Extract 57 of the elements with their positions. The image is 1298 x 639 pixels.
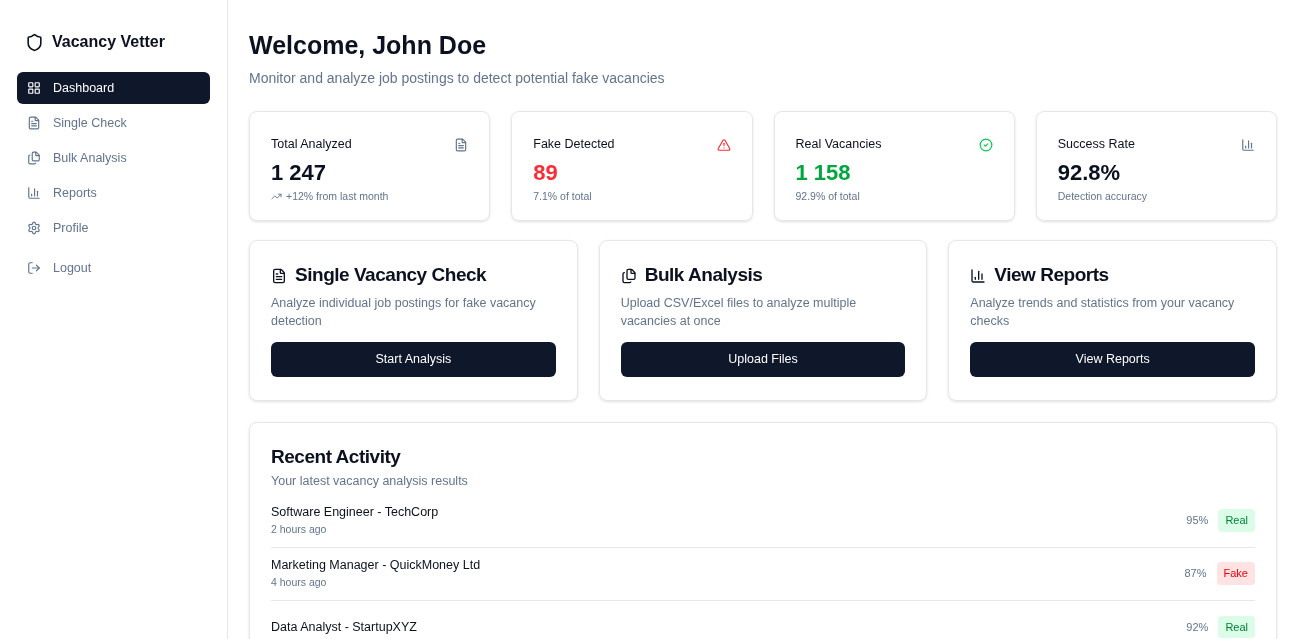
stat-value: 1 247	[271, 159, 328, 187]
app-title: Vacancy Vetter	[52, 32, 165, 52]
stat-label: Success Rate	[1057, 136, 1135, 154]
document-icon	[27, 116, 41, 130]
document-icon	[454, 137, 469, 152]
status-badge: Real	[1218, 509, 1255, 532]
files-icon	[27, 151, 41, 165]
bar-chart-icon	[970, 267, 987, 284]
nav-item[interactable]: Logout	[17, 252, 210, 284]
nav-item[interactable]: Dashboard	[17, 72, 210, 104]
section-subtitle: Your latest vacancy analysis results	[271, 472, 469, 490]
bar-chart-icon	[27, 186, 41, 200]
section-title: Recent Activity	[271, 445, 402, 470]
stat-value: 1 158	[795, 159, 852, 187]
action-title: View Reports	[994, 263, 1109, 288]
action-button[interactable]: View Reports	[970, 341, 1255, 377]
stat-note: +12% from last month	[286, 188, 389, 204]
stat-value: 92.8%	[1057, 159, 1122, 187]
action-button[interactable]: Upload Files	[620, 341, 906, 377]
activity-title: Data Analyst - StartupXYZ	[271, 618, 417, 636]
nav-item[interactable]: Bulk Analysis	[17, 142, 210, 174]
nav-item[interactable]: Reports	[17, 177, 210, 209]
files-icon	[620, 267, 637, 284]
stat-note: 92.9% of total	[795, 188, 860, 204]
stat-label: Real Vacancies	[795, 136, 882, 154]
activity-title: Software Engineer - TechCorp	[271, 504, 439, 522]
settings-icon	[27, 221, 41, 235]
stat-label: Total Analyzed	[271, 136, 352, 154]
bar-chart-icon	[1241, 137, 1255, 152]
document-icon	[271, 267, 287, 284]
action-title: Single Vacancy Check	[295, 263, 487, 288]
page-subtitle: Monitor and analyze job postings to detect potential fake vacancies	[249, 69, 666, 89]
stat-note: Detection accuracy	[1057, 188, 1148, 204]
status-badge: Real	[1218, 615, 1255, 639]
grid-icon	[27, 81, 41, 95]
page-title: Welcome, John Doe	[249, 30, 488, 61]
action-title: Bulk Analysis	[644, 263, 763, 288]
nav-item[interactable]: Single Check	[17, 107, 210, 139]
stat-note: 7.1% of total	[533, 188, 592, 204]
logout-icon	[27, 261, 41, 275]
confidence-score: 95%	[1186, 513, 1209, 529]
activity-time: 2 hours ago	[271, 522, 328, 537]
activity-time: 4 hours ago	[271, 575, 328, 590]
shield-logo-icon	[25, 32, 44, 52]
action-button[interactable]: Start Analysis	[271, 341, 556, 377]
action-description: Analyze individual job postings for fake vacancy detection	[271, 294, 537, 330]
stat-label: Fake Detected	[533, 136, 615, 154]
stat-value: 89	[533, 159, 559, 187]
activity-title: Marketing Manager - QuickMoney Ltd	[271, 557, 481, 575]
confidence-score: 87%	[1184, 566, 1207, 582]
check-circle-icon	[978, 137, 993, 152]
nav-item[interactable]: Profile	[17, 212, 210, 244]
confidence-score: 92%	[1186, 619, 1209, 635]
status-badge: Fake	[1216, 562, 1255, 585]
action-description: Analyze trends and statistics from your vacancy checks	[970, 294, 1236, 330]
action-description: Upload CSV/Excel files to analyze multiple vacancies at once	[620, 294, 858, 330]
warning-icon	[716, 137, 731, 152]
